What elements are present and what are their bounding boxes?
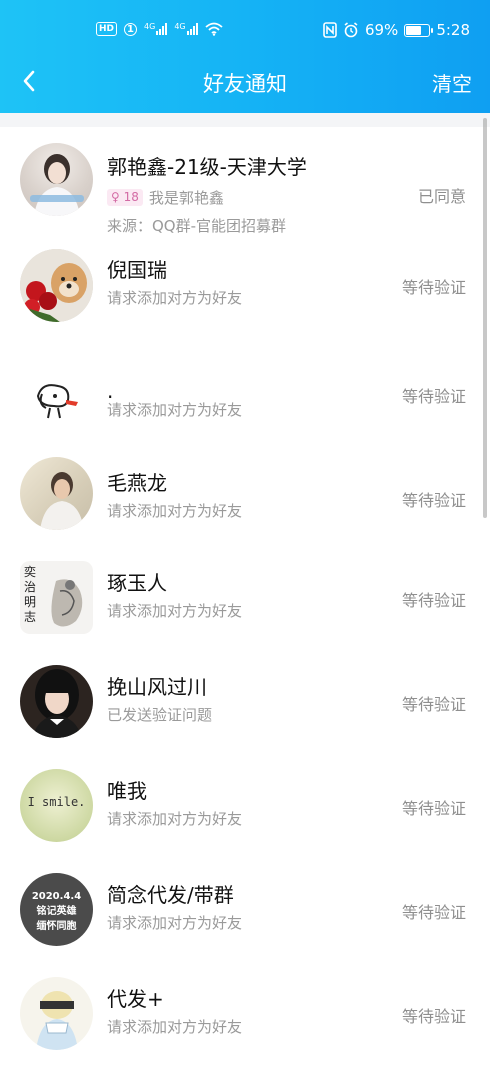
- signal-2-icon: 4G: [174, 23, 198, 35]
- female-icon: ♀: [111, 190, 120, 204]
- avatar: 奕 治 明 志: [20, 561, 93, 634]
- status-bar: HD 1 4G 4G 69% 5:28: [0, 18, 490, 46]
- friend-request-row[interactable]: 奕 治 明 志 琢玉人 请求添加对方为好友 等待验证: [0, 551, 490, 655]
- clock: 5:28: [436, 21, 470, 39]
- request-message: 请求添加对方为好友: [107, 914, 243, 932]
- requester-name: 唯我: [107, 779, 147, 803]
- request-message: 请求添加对方为好友: [107, 502, 243, 520]
- request-status: 等待验证: [401, 695, 466, 714]
- battery-icon: [404, 23, 434, 37]
- request-message: 请求添加对方为好友: [107, 401, 243, 419]
- requester-name: 郭艳鑫-21级-天津大学: [107, 155, 307, 179]
- request-message: 请求添加对方为好友: [107, 602, 243, 620]
- avatar: [20, 665, 93, 738]
- avatar: I smile.: [20, 769, 93, 842]
- request-status: 等待验证: [401, 278, 466, 297]
- requester-name: 琢玉人: [107, 571, 167, 595]
- message-text: 我是郭艳鑫: [148, 189, 224, 207]
- avatar-caption: 缅怀同胞: [36, 921, 77, 932]
- avatar-caption: I smile.: [27, 795, 86, 809]
- request-status: 已同意: [417, 187, 466, 206]
- request-message: 请求添加对方为好友: [107, 289, 243, 307]
- avatar: [20, 143, 93, 216]
- friend-request-row[interactable]: 挽山风过川 已发送验证问题 等待验证: [0, 655, 490, 759]
- avatar-caption: 2020.4.4: [31, 891, 82, 902]
- requester-name: 挽山风过川: [107, 675, 207, 699]
- friend-notification-list: 郭艳鑫-21级-天津大学 ♀ 18 我是郭艳鑫 来源：QQ群-官能团招募群 已同意…: [0, 113, 490, 1080]
- request-status: 等待验证: [401, 491, 466, 510]
- nfc-icon: [323, 22, 337, 38]
- battery-percent: 69%: [364, 21, 399, 39]
- requester-name: 毛燕龙: [107, 471, 167, 495]
- friend-request-row[interactable]: . 请求添加对方为好友 等待验证: [0, 343, 490, 447]
- friend-request-row[interactable]: 郭艳鑫-21级-天津大学 ♀ 18 我是郭艳鑫 来源：QQ群-官能团招募群 已同意: [0, 127, 490, 239]
- request-status: 等待验证: [401, 387, 466, 406]
- friend-request-row[interactable]: 毛燕龙 请求添加对方为好友 等待验证: [0, 447, 490, 551]
- top-bar: HD 1 4G 4G 69% 5:28 好友通知 清空: [0, 0, 490, 113]
- nav-bar: 好友通知 清空: [0, 60, 490, 104]
- requester-name: 代发+: [107, 987, 164, 1011]
- request-status: 等待验证: [401, 903, 466, 922]
- avatar: 2020.4.4 铭记英雄 缅怀同胞: [20, 873, 93, 946]
- avatar: [20, 249, 93, 322]
- signal-1-icon: 4G: [144, 23, 168, 35]
- requester-name: 简念代发/带群: [107, 883, 234, 907]
- page-title: 好友通知: [203, 72, 287, 96]
- friend-request-row[interactable]: 倪国瑞 请求添加对方为好友 等待验证: [0, 239, 490, 343]
- request-status: 等待验证: [401, 1007, 466, 1026]
- battery-fill: [406, 25, 421, 35]
- request-message: 请求添加对方为好友: [107, 1018, 243, 1036]
- friend-request-row[interactable]: I smile. 唯我 请求添加对方为好友 等待验证: [0, 759, 490, 863]
- avatar-caption: 铭记英雄: [36, 906, 77, 917]
- list-top-gap: [0, 113, 490, 127]
- friend-request-row[interactable]: 2020.4.4 铭记英雄 缅怀同胞 简念代发/带群 请求添加对方为好友 等待验…: [0, 863, 490, 967]
- request-source: 来源：QQ群-官能团招募群: [107, 217, 287, 235]
- age-value: 18: [123, 190, 139, 204]
- friend-request-row[interactable]: 代发+ 请求添加对方为好友 等待验证: [0, 967, 490, 1071]
- request-message: ♀ 18 我是郭艳鑫: [107, 187, 224, 208]
- avatar: [20, 457, 93, 530]
- requester-name: 倪国瑞: [107, 258, 167, 282]
- request-message: 请求添加对方为好友: [107, 810, 243, 828]
- avatar: [20, 358, 93, 431]
- request-status: 等待验证: [401, 591, 466, 610]
- sim-badge: 1: [124, 22, 138, 36]
- avatar: [20, 977, 93, 1050]
- hd-badge: HD: [96, 22, 118, 36]
- request-message: 已发送验证问题: [107, 706, 213, 724]
- wifi-icon: [205, 22, 223, 36]
- request-status: 等待验证: [401, 799, 466, 818]
- clear-button[interactable]: 清空: [432, 68, 472, 97]
- alarm-icon: [344, 22, 358, 38]
- age-badge: ♀ 18: [107, 189, 143, 206]
- scrollbar[interactable]: [483, 118, 487, 518]
